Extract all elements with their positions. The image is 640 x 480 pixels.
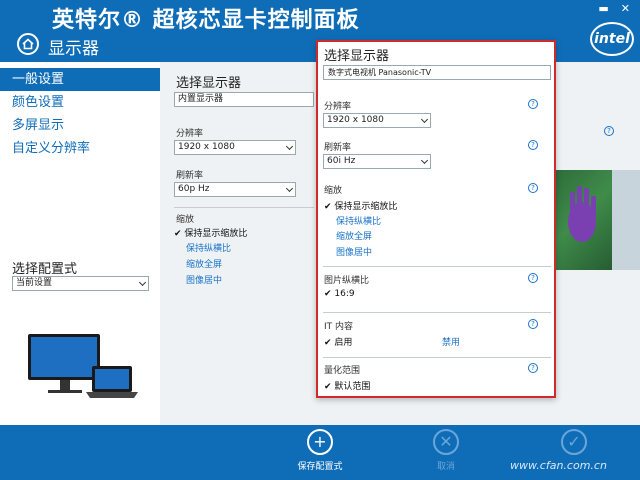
popup-scaling-center[interactable]: 图像居中: [336, 245, 372, 258]
popup-aspect-value[interactable]: ✔ 16:9: [324, 289, 355, 299]
popup-refresh-select[interactable]: 60i Hz: [323, 154, 431, 169]
popup-resolution-label: 分辨率: [324, 102, 352, 112]
scaling-option-center[interactable]: 图像居中: [186, 273, 222, 286]
popup-quant-value[interactable]: ✔ 默认范围: [324, 379, 370, 392]
display-select[interactable]: 内置显示器: [174, 92, 314, 107]
popup-aspect-label: 图片纵横比: [324, 276, 370, 286]
divider: [323, 266, 551, 267]
close-icon: ✕: [433, 429, 459, 455]
chevron-down-icon: [420, 115, 429, 124]
watermark: www.cfan.com.cn: [510, 459, 607, 472]
display-popup: 选择显示器 数字式电视机 Panasonic-TV 分辨率 ? 1920 x 1…: [316, 40, 556, 398]
popup-title: 选择显示器: [324, 49, 390, 64]
popup-it-label: IT 内容: [324, 322, 354, 332]
popup-scaling-aspect[interactable]: 保持纵横比: [336, 214, 381, 227]
help-icon[interactable]: ?: [528, 140, 538, 150]
home-button[interactable]: [17, 33, 39, 55]
profile-select[interactable]: 当前设置: [12, 276, 149, 291]
close-icon[interactable]: ✕: [621, 2, 630, 15]
app-title: 英特尔® 超核芯显卡控制面板: [52, 8, 360, 33]
cancel-label: 取消: [436, 462, 455, 472]
help-icon[interactable]: ?: [604, 126, 614, 136]
profile-label: 选择配置式: [12, 262, 78, 277]
sidebar: 一般设置 颜色设置 多屏显示 自定义分辨率 选择配置式 当前设置: [0, 62, 160, 425]
popup-quant-text: 默认范围: [334, 382, 371, 392]
popup-scaling-label: 缩放: [324, 186, 343, 196]
resolution-select-value: 1920 x 1080: [178, 142, 235, 152]
sidebar-item-custom-resolution[interactable]: 自定义分辨率: [0, 137, 160, 160]
sidebar-item-general[interactable]: 一般设置: [0, 68, 160, 91]
hand-illustration: [568, 170, 640, 270]
scaling-option-keep-display[interactable]: ✔ 保持显示缩放比: [174, 226, 247, 239]
popup-scaling-option-label: 保持显示缩放比: [334, 202, 398, 212]
resolution-select[interactable]: 1920 x 1080: [174, 140, 296, 155]
popup-aspect-text: 16:9: [334, 289, 355, 299]
help-icon[interactable]: ?: [528, 183, 538, 193]
resolution-label: 分辨率: [176, 129, 204, 139]
plus-icon: +: [307, 429, 333, 455]
cancel-button[interactable]: ✕ 取消: [406, 429, 486, 472]
apply-button[interactable]: ✓: [534, 429, 614, 459]
chevron-down-icon: [420, 156, 429, 165]
sidebar-item-color[interactable]: 颜色设置: [0, 91, 160, 114]
popup-device-select[interactable]: 数字式电视机 Panasonic-TV: [323, 65, 551, 80]
scaling-option-full[interactable]: 缩放全屏: [186, 257, 222, 270]
display-select-value: 内置显示器: [178, 94, 224, 104]
popup-scaling-full[interactable]: 缩放全屏: [336, 229, 372, 242]
intel-logo: intel: [590, 22, 634, 56]
help-icon[interactable]: ?: [528, 273, 538, 283]
popup-resolution-value: 1920 x 1080: [327, 115, 384, 125]
window-controls: ▬ ✕: [598, 2, 630, 15]
chevron-down-icon: [285, 184, 294, 193]
popup-refresh-value: 60i Hz: [327, 156, 356, 166]
minimize-icon[interactable]: ▬: [598, 2, 608, 15]
profile-select-value: 当前设置: [16, 278, 53, 288]
popup-device-value: 数字式电视机 Panasonic-TV: [328, 68, 432, 77]
refresh-label: 刷新率: [176, 171, 204, 181]
page-section-title: 显示器: [48, 39, 99, 59]
popup-resolution-select[interactable]: 1920 x 1080: [323, 113, 431, 128]
popup-refresh-label: 刷新率: [324, 143, 352, 153]
divider: [174, 207, 314, 208]
popup-it-enable[interactable]: ✔ 启用: [324, 335, 352, 348]
save-profile-button[interactable]: + 保存配置式: [280, 429, 360, 472]
sidebar-item-multi-display[interactable]: 多屏显示: [0, 114, 160, 137]
chevron-down-icon: [138, 278, 147, 287]
divider: [323, 312, 551, 313]
save-profile-label: 保存配置式: [297, 462, 343, 472]
select-display-label: 选择显示器: [176, 76, 242, 91]
popup-it-disable[interactable]: 禁用: [442, 335, 460, 348]
popup-it-enable-text: 启用: [334, 338, 353, 348]
check-icon: ✓: [561, 429, 587, 455]
help-icon[interactable]: ?: [528, 319, 538, 329]
scaling-label: 缩放: [176, 215, 195, 225]
popup-quant-label: 量化范围: [324, 366, 361, 376]
refresh-select[interactable]: 60p Hz: [174, 182, 296, 197]
chevron-down-icon: [285, 142, 294, 151]
help-icon[interactable]: ?: [528, 99, 538, 109]
refresh-select-value: 60p Hz: [178, 184, 210, 194]
help-icon[interactable]: ?: [528, 363, 538, 373]
divider: [323, 357, 551, 358]
footer-bar: + 保存配置式 ✕ 取消 ✓ www.cfan.com.cn: [0, 425, 640, 480]
monitors-illustration: [28, 334, 138, 398]
scaling-option-aspect[interactable]: 保持纵横比: [186, 241, 231, 254]
preview-image: [552, 170, 640, 270]
home-icon: [22, 38, 34, 50]
popup-scaling-keep-display[interactable]: ✔ 保持显示缩放比: [324, 199, 397, 212]
scaling-option-label: 保持显示缩放比: [184, 229, 248, 239]
